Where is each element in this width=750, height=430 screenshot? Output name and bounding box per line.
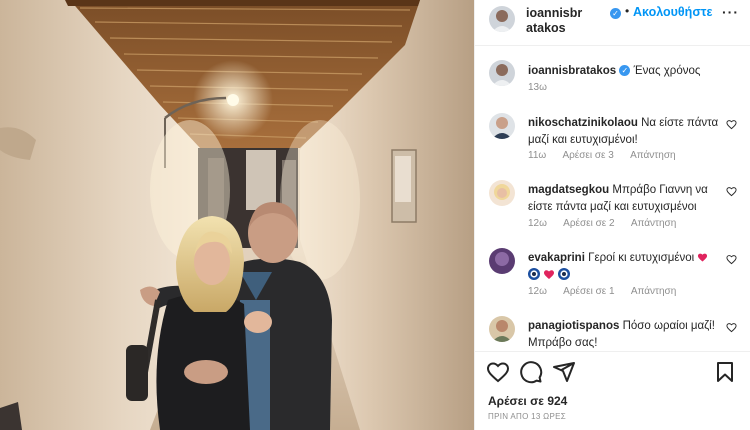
comment-avatar[interactable]: [489, 180, 515, 206]
comment-username[interactable]: panagiotispanos: [528, 320, 619, 332]
post-action-bar: [475, 351, 750, 391]
comment-likes[interactable]: Αρέσει σε 3: [562, 150, 613, 161]
comment-username[interactable]: nikoschatzinikolaou: [528, 117, 638, 129]
comment-time: 11ω: [528, 150, 547, 161]
post-header: ioannisbratakos ✓ • Ακολουθήστε ···: [475, 0, 750, 46]
comment-text-row: nikoschatzinikolaou Να είστε πάντα μαζί …: [528, 115, 723, 149]
comment-time: 12ω: [528, 286, 547, 297]
post-sidebar: ioannisbratakos ✓ • Ακολουθήστε ··· ioan…: [474, 0, 750, 430]
separator-dot: •: [625, 4, 630, 18]
caption-avatar[interactable]: [489, 60, 515, 86]
likes-count[interactable]: Αρέσει σε 924: [488, 394, 567, 408]
red-heart-emoji: [698, 253, 708, 262]
caption-text: Ένας χρόνος: [633, 65, 701, 77]
comment-text-row: panagiotispanos Πόσο ωραίοι μαζί! Μπράβο…: [528, 318, 723, 352]
heart-icon[interactable]: [726, 254, 737, 265]
follow-button[interactable]: Ακολουθήστε: [633, 5, 712, 19]
comment-avatar[interactable]: [489, 316, 515, 342]
post-timestamp: ΠΡΙΝ ΑΠΟ 13 ΩΡΕΣ: [488, 412, 566, 421]
nazar-emoji: [528, 268, 540, 280]
heart-icon[interactable]: [486, 360, 510, 384]
caption-username[interactable]: ioannisbratakos: [528, 65, 616, 77]
comment-text-row: magdatsegkou Μπράβο Γιαννη να είστε πάντ…: [528, 182, 723, 216]
author-username-text: ioannisbratakos: [526, 6, 583, 35]
nazar-emoji: [558, 268, 571, 280]
verified-icon: ✓: [619, 65, 631, 76]
comment-meta: 12ω Αρέσει σε 1 Απάντηση: [528, 286, 690, 297]
post-photo[interactable]: [0, 0, 474, 430]
reply-button[interactable]: Απάντηση: [631, 218, 676, 229]
comment-likes[interactable]: Αρέσει σε 1: [563, 286, 614, 297]
comment-icon[interactable]: [519, 360, 543, 384]
author-username[interactable]: ioannisbratakos: [526, 6, 586, 36]
comment-username[interactable]: evakaprini: [528, 252, 585, 264]
verified-icon: ✓: [610, 8, 621, 19]
caption-text-row: ioannisbratakos ✓ Ένας χρόνος: [528, 63, 723, 80]
post-photo-image: [0, 0, 474, 430]
caption-time: 13ω: [528, 82, 547, 93]
comment-username[interactable]: magdatsegkou: [528, 184, 609, 196]
reply-button[interactable]: Απάντηση: [631, 286, 676, 297]
emoji-row: [528, 268, 723, 286]
share-icon[interactable]: [552, 360, 576, 384]
reply-button[interactable]: Απάντηση: [630, 150, 675, 161]
red-heart-emoji: [544, 270, 555, 279]
more-icon[interactable]: ···: [722, 4, 739, 20]
heart-icon[interactable]: [726, 322, 737, 333]
comment-avatar[interactable]: [489, 113, 515, 139]
comment-likes[interactable]: Αρέσει σε 2: [563, 218, 614, 229]
caption-meta: 13ω: [528, 82, 561, 93]
comment-meta: 12ω Αρέσει σε 2 Απάντηση: [528, 218, 690, 229]
bookmark-icon[interactable]: [713, 360, 737, 384]
comment-text: Γεροί κι ευτυχισμένοι: [588, 252, 695, 264]
comment-text-row: evakaprini Γεροί κι ευτυχισμένοι: [528, 250, 723, 286]
comment-meta: 11ω Αρέσει σε 3 Απάντηση: [528, 150, 690, 161]
heart-icon[interactable]: [726, 186, 737, 197]
author-avatar[interactable]: [489, 6, 515, 32]
comment-time: 12ω: [528, 218, 547, 229]
comment-avatar[interactable]: [489, 248, 515, 274]
heart-icon[interactable]: [726, 119, 737, 130]
